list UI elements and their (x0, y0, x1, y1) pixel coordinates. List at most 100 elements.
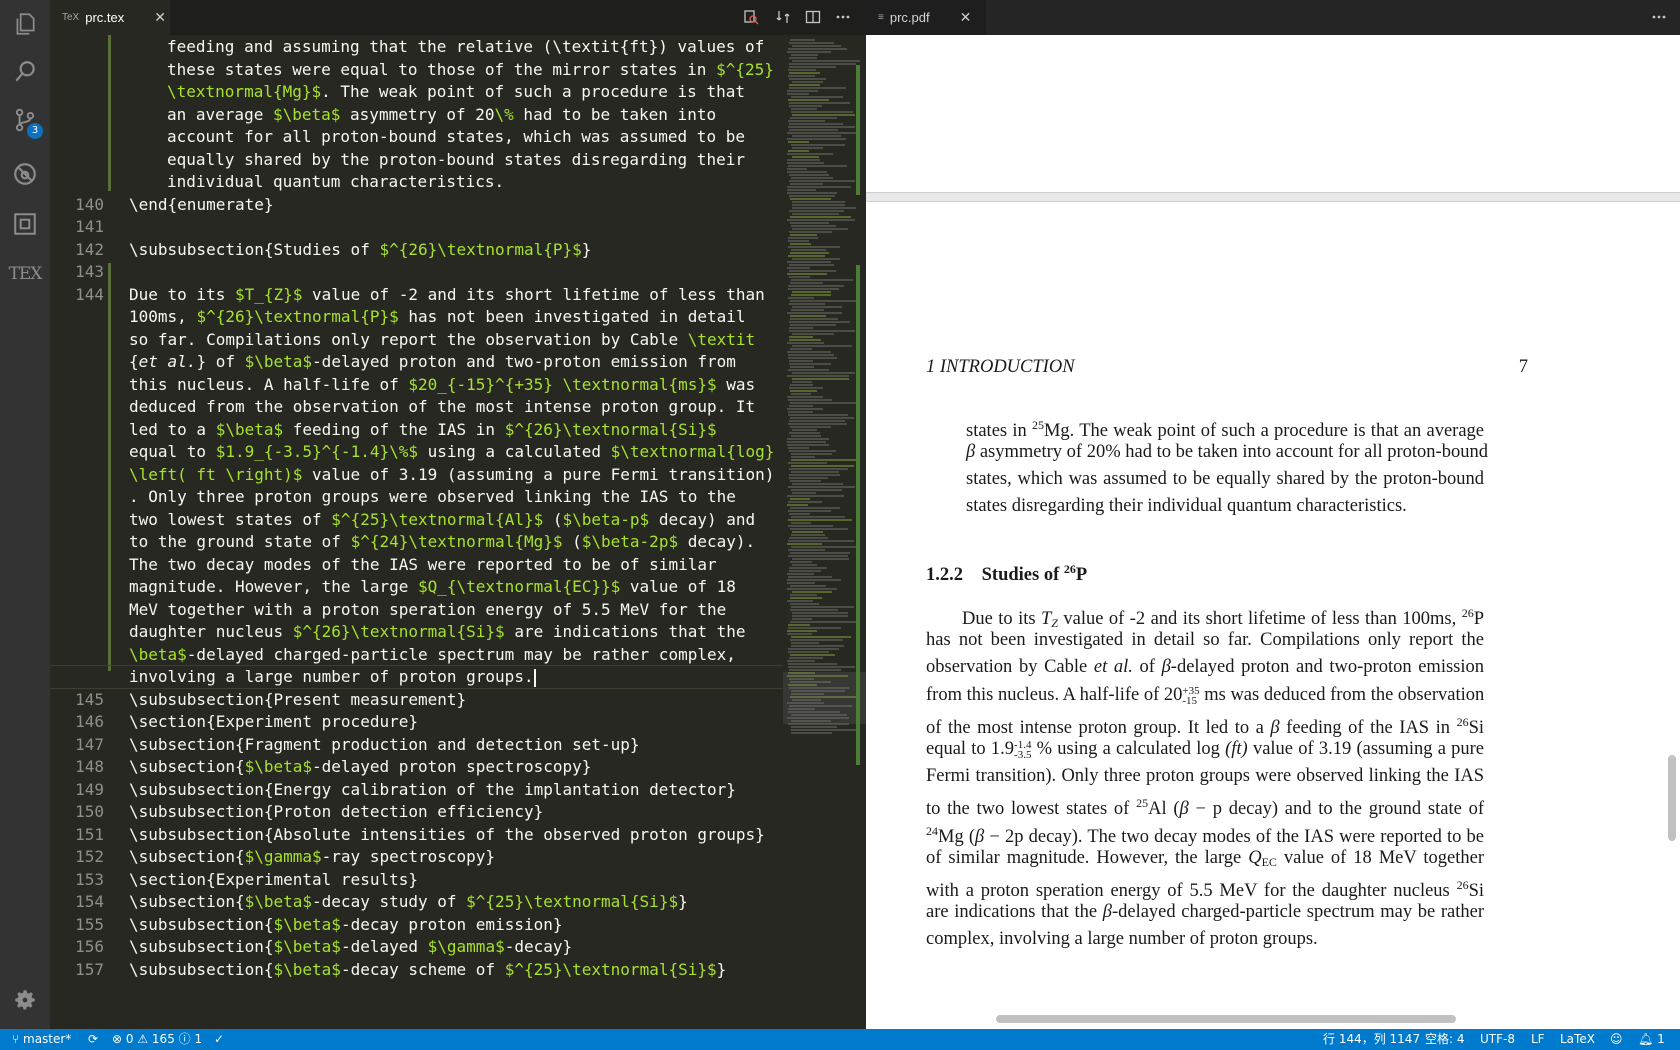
warning-icon: ⚠ (137, 1032, 152, 1046)
code-line[interactable]: 145 \subsubsection{Present measurement} (50, 688, 783, 712)
code-line[interactable]: . Only three proton groups were observed… (50, 485, 783, 509)
minimap-line (787, 351, 831, 353)
code-line[interactable]: 156 \subsubsection{$\beta$-delayed $\gamm… (50, 935, 783, 959)
view-pdf-icon[interactable] (740, 6, 762, 28)
code-line[interactable]: 140 \end{enumerate} (50, 193, 783, 217)
pdf-vertical-scrollbar[interactable] (1668, 755, 1676, 841)
code-line[interactable]: this nucleus. A half-life of $20_{-15}^{… (50, 373, 783, 397)
tex-file-icon: TeX (62, 12, 80, 23)
info-icon: ⓘ (178, 1032, 195, 1046)
minimap-line (790, 198, 831, 200)
source-control-icon[interactable]: 3 (0, 96, 50, 144)
code-line[interactable]: \textnormal{Mg}$. The weak point of such… (50, 80, 783, 104)
feedback-smiley-icon[interactable]: ☺ (1610, 1029, 1623, 1050)
tex-icon[interactable]: TEX (0, 250, 50, 298)
extensions-icon[interactable] (0, 200, 50, 248)
more-actions-icon[interactable] (1648, 6, 1670, 28)
split-editor-icon[interactable] (802, 6, 824, 28)
minimap-line (787, 153, 833, 155)
debug-icon[interactable] (0, 150, 50, 198)
problems-indicator[interactable]: ⊗ 0 ⚠ 165 ⓘ 1 (112, 1029, 202, 1050)
code-line[interactable]: The two decay modes of the IAS were repo… (50, 553, 783, 577)
code-line[interactable]: 146 \section{Experiment procedure} (50, 710, 783, 734)
code-line[interactable]: deduced from the observation of the most… (50, 395, 783, 419)
minimap-line (789, 477, 828, 479)
code-line[interactable]: 157 \subsubsection{$\beta$-decay scheme o… (50, 958, 783, 982)
code-line[interactable]: feeding and assuming that the relative (… (50, 35, 783, 59)
code-line[interactable]: magnitude. However, the large $Q_{\textn… (50, 575, 783, 599)
code-line[interactable]: these states were equal to those of the … (50, 58, 783, 82)
settings-gear-icon[interactable] (0, 976, 50, 1024)
code-line[interactable]: 144 Due to its $T_{Z}$ value of -2 and it… (50, 283, 783, 307)
code-line[interactable]: an average $\beta$ asymmetry of 20\% had… (50, 103, 783, 127)
code-line[interactable]: 150 \subsubsection{Proton detection effic… (50, 800, 783, 824)
minimap-line (790, 609, 838, 611)
minimap-line (790, 183, 823, 185)
code-line[interactable]: two lowest states of $^{25}\textnormal{A… (50, 508, 783, 532)
minimap-line (789, 657, 823, 659)
code-line[interactable]: 149 \subsubsection{Energy calibration of … (50, 778, 783, 802)
line-text: \end{enumerate} (129, 194, 274, 214)
code-line[interactable]: 152 \subsection{$\gamma$-ray spectroscopy… (50, 845, 783, 869)
code-line[interactable]: to the ground state of $^{24}\textnormal… (50, 530, 783, 554)
minimap-line (789, 336, 813, 338)
minimap-line (791, 729, 857, 731)
code-line[interactable]: \left( ft \right)$ value of 3.19 (assumi… (50, 463, 783, 487)
tab-prc-tex[interactable]: TeX prc.tex ✕ (50, 0, 170, 35)
line-text: . Only three proton groups were observed… (129, 487, 736, 506)
explorer-icon[interactable] (0, 0, 50, 48)
code-line[interactable]: led to a $\beta$ feeding of the IAS in $… (50, 418, 783, 442)
minimap-slider[interactable] (783, 672, 866, 724)
code-line[interactable]: equally shared by the proton-bound state… (50, 148, 783, 172)
code-line[interactable]: equal to $1.9_{-3.5}^{-1.4}\%$ using a c… (50, 440, 783, 464)
code-line[interactable]: {et al.} of $\beta$-delayed proton and t… (50, 350, 783, 374)
code-line[interactable]: daughter nucleus $^{26}\textnormal{Si}$ … (50, 620, 783, 644)
tab-prc-pdf[interactable]: ≡ prc.pdf ✕ (866, 0, 986, 35)
code-line[interactable]: 143 (50, 260, 783, 284)
close-icon[interactable]: ✕ (154, 9, 166, 26)
code-line[interactable]: 148 \subsection{$\beta$-delayed proton sp… (50, 755, 783, 779)
sync-icon[interactable]: ⟳ (88, 1029, 98, 1050)
code-line[interactable]: so far. Compilations only report the obs… (50, 328, 783, 352)
git-branch[interactable]: ⑂ master* (12, 1029, 71, 1050)
indentation[interactable]: 空格: 4 (1425, 1029, 1465, 1050)
compare-changes-icon[interactable] (772, 6, 794, 28)
pdf-viewer[interactable]: 1 INTRODUCTION 7 states in 25Mg. The wea… (866, 35, 1680, 1029)
code-line[interactable]: 153 \section{Experimental results} (50, 868, 783, 892)
cursor-position[interactable]: 行 144，列 1147 (1323, 1029, 1420, 1050)
minimap[interactable] (783, 35, 866, 1029)
language-mode[interactable]: LaTeX (1560, 1029, 1595, 1050)
encoding[interactable]: UTF-8 (1480, 1029, 1515, 1050)
minimap-line (789, 66, 836, 68)
more-actions-icon[interactable] (832, 6, 854, 28)
end-of-line[interactable]: LF (1531, 1029, 1545, 1050)
code-line[interactable]: account for all proton-bound states, whi… (50, 125, 783, 149)
editor-scrollbar[interactable] (856, 35, 866, 1029)
line-text: \subsubsection{Proton detection efficien… (129, 802, 544, 821)
minimap-line (791, 471, 839, 473)
code-line[interactable]: 142 \subsubsection{Studies of $^{26}\text… (50, 238, 783, 262)
line-text: \subsubsection{$\beta$-decay proton emis… (129, 914, 563, 934)
code-line[interactable]: 141 (50, 215, 783, 239)
search-icon[interactable] (0, 48, 50, 96)
code-line[interactable]: involving a large number of proton group… (50, 665, 783, 689)
line-text: \left( ft \right)$ value of 3.19 (assumi… (129, 464, 775, 484)
check-icon[interactable]: ✓ (214, 1029, 224, 1050)
code-line[interactable]: 154 \subsection{$\beta$-decay study of $^… (50, 890, 783, 914)
notifications[interactable]: 🔔︎ 1 (1638, 1029, 1665, 1050)
code-line[interactable]: individual quantum characteristics. (50, 170, 783, 194)
code-line[interactable]: 155 \subsubsection{$\beta$-decay proton e… (50, 913, 783, 937)
code-line[interactable]: 100ms, $^{26}\textnormal{P}$ has not bee… (50, 305, 783, 329)
code-line[interactable]: MeV together with a proton speration ene… (50, 598, 783, 622)
preview-tab-bar: ≡ prc.pdf ✕ (866, 0, 1680, 35)
pdf-horizontal-scrollbar[interactable] (996, 1015, 1456, 1023)
code-line[interactable]: 151 \subsubsection{Absolute intensities o… (50, 823, 783, 847)
code-line[interactable]: \beta$-delayed charged-particle spectrum… (50, 643, 783, 667)
section-title: Studies of 26P (981, 562, 1088, 585)
close-icon[interactable]: ✕ (960, 9, 972, 26)
line-number: 141 (75, 217, 104, 236)
line-number: 144 (75, 284, 104, 304)
minimap-line (788, 357, 837, 359)
code-line[interactable]: 147 \subsection{Fragment production and d… (50, 733, 783, 757)
code-editor[interactable]: feeding and assuming that the relative (… (50, 35, 783, 1029)
